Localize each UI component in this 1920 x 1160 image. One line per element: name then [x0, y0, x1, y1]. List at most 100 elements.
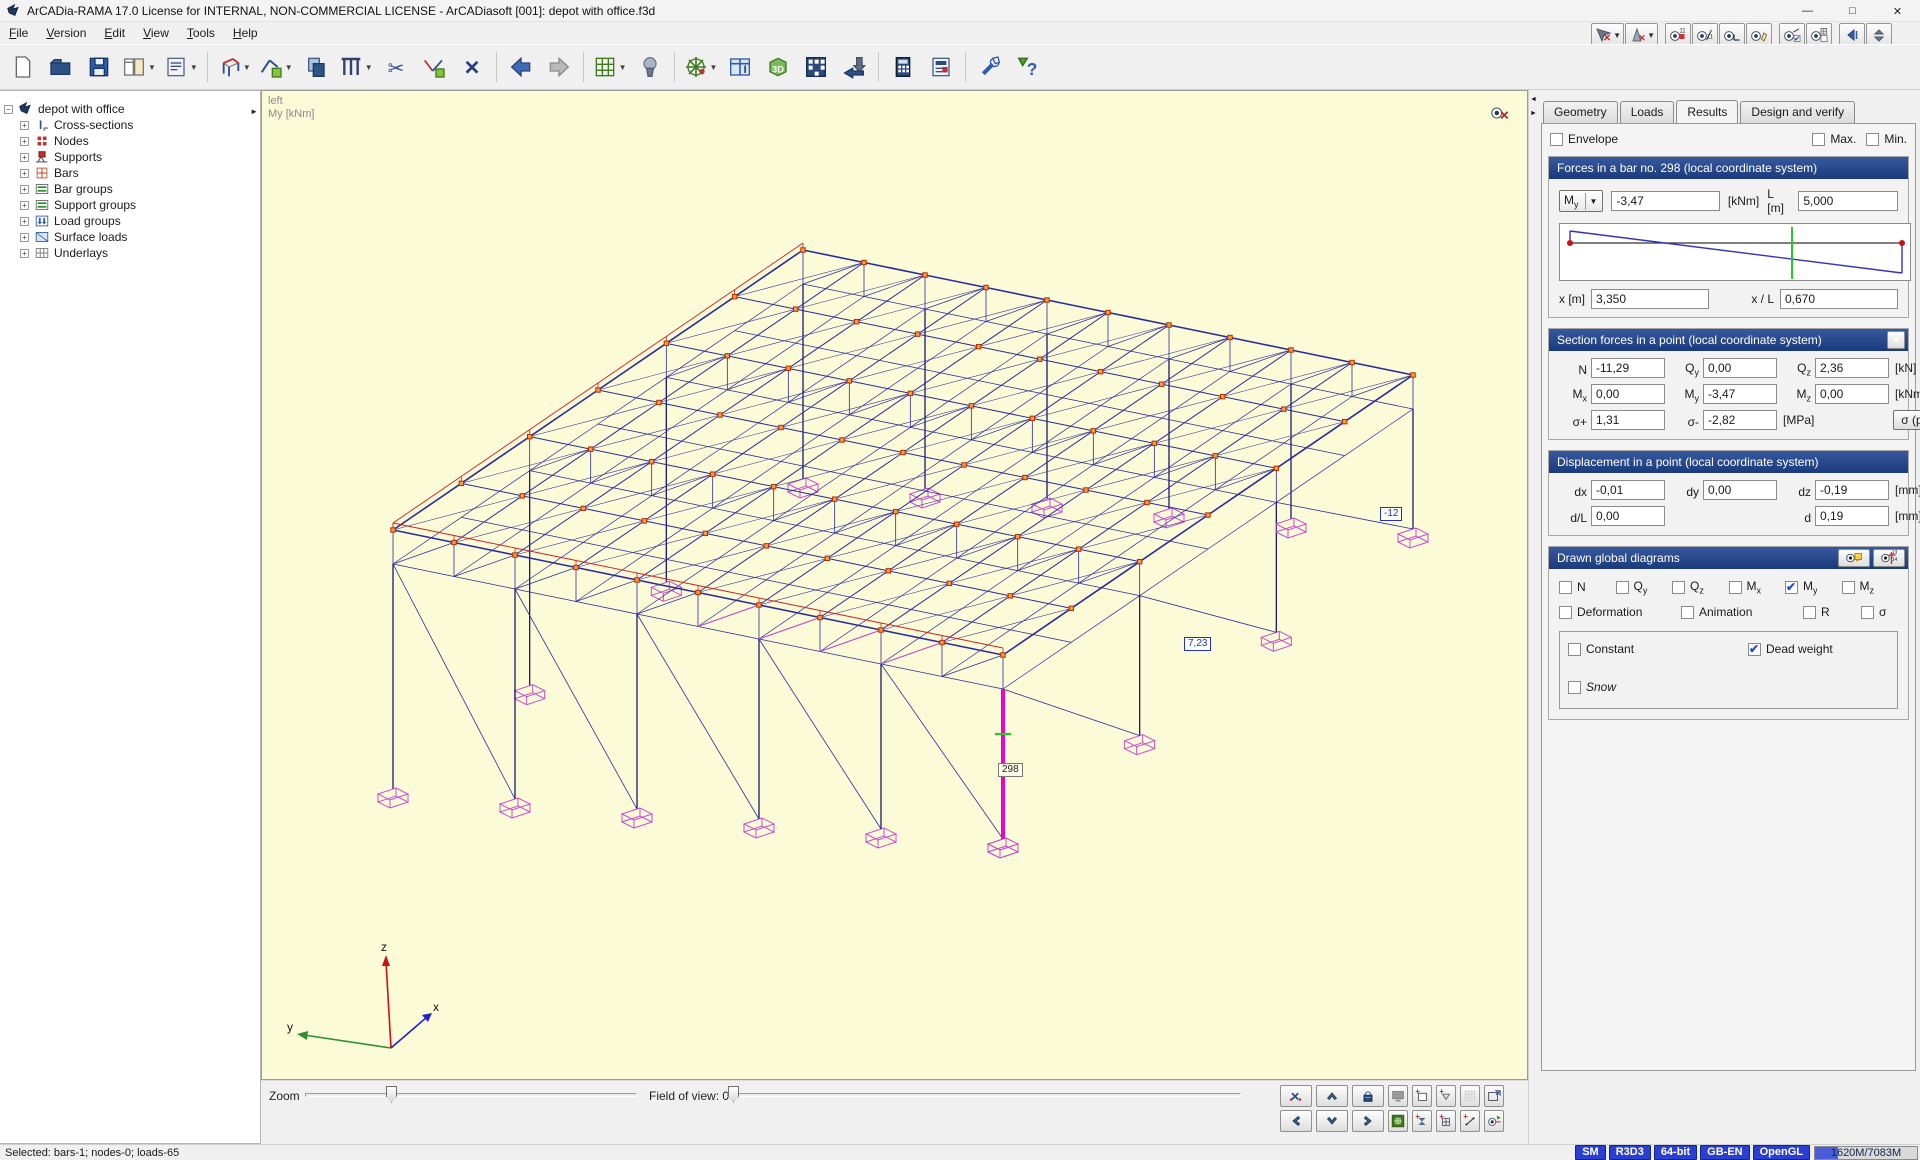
- diagram-deformation-checkbox[interactable]: Deformation: [1559, 605, 1671, 619]
- panel-splitter[interactable]: ◄ ►: [1528, 90, 1537, 1144]
- show-extremes-button[interactable]: 1314: [1873, 549, 1905, 567]
- orbit-button[interactable]: [1484, 1110, 1504, 1132]
- diagram-σ-checkbox[interactable]: σ: [1861, 605, 1888, 619]
- cut-button[interactable]: ✂: [377, 48, 415, 86]
- x-field[interactable]: 3,350: [1591, 289, 1709, 309]
- expand-icon[interactable]: +: [20, 233, 29, 242]
- zoom-slider[interactable]: [305, 1093, 637, 1097]
- expand-icon[interactable]: +: [20, 249, 29, 258]
- view-windows-button[interactable]: ▼: [118, 48, 160, 86]
- expand-icon[interactable]: +: [20, 153, 29, 162]
- menu-file[interactable]: File: [0, 23, 37, 43]
- diagram-My-checkbox-box[interactable]: [1785, 581, 1798, 594]
- section-forces-menu-button[interactable]: ▼: [1887, 331, 1905, 349]
- add-rect-button[interactable]: +: [1412, 1085, 1432, 1107]
- pan-left-button[interactable]: [1280, 1110, 1312, 1132]
- max-checkbox[interactable]: Max.: [1812, 132, 1856, 146]
- pan-up-button[interactable]: [1316, 1085, 1348, 1107]
- tree-item-label[interactable]: Nodes: [54, 134, 89, 148]
- field-dy[interactable]: 0,00: [1703, 480, 1777, 500]
- tab-results[interactable]: Results: [1676, 100, 1738, 123]
- redo-button[interactable]: [540, 48, 578, 86]
- bar-length-field[interactable]: 5,000: [1798, 191, 1898, 211]
- view-3d-button[interactable]: 3D: [759, 48, 797, 86]
- splitter-right-arrow[interactable]: ►: [1530, 110, 1537, 117]
- help-update-button[interactable]: ?: [1009, 48, 1047, 86]
- close-button[interactable]: ✕: [1875, 0, 1920, 22]
- diagram-animation-checkbox[interactable]: Animation: [1681, 605, 1793, 619]
- sidebar-item-surface-loads[interactable]: + Surface loads: [4, 229, 260, 245]
- calculation-report-button[interactable]: [922, 48, 960, 86]
- tree-item-label[interactable]: Bar groups: [54, 182, 113, 196]
- tree-item-label[interactable]: Surface loads: [54, 230, 127, 244]
- save-button[interactable]: [80, 48, 118, 86]
- tools-button[interactable]: [971, 48, 1009, 86]
- expand-icon[interactable]: +: [20, 169, 29, 178]
- tree-item-label[interactable]: Support groups: [54, 198, 136, 212]
- field-Qz[interactable]: 2,36: [1815, 358, 1889, 378]
- sidebar-item-underlays[interactable]: + Underlays: [4, 245, 260, 261]
- field-N[interactable]: -11,29: [1591, 358, 1665, 378]
- tab-geometry[interactable]: Geometry: [1543, 101, 1618, 124]
- add-line-button[interactable]: +: [1460, 1110, 1480, 1132]
- diagram-Mx-checkbox-box[interactable]: [1729, 581, 1742, 594]
- diagram-animation-checkbox-box[interactable]: [1681, 606, 1694, 619]
- undo-button[interactable]: [502, 48, 540, 86]
- sidebar-item-cross-sections[interactable]: +ICross-sections: [4, 117, 260, 133]
- chevron-down-icon[interactable]: ▼: [1613, 31, 1621, 40]
- envelope-checkbox-box[interactable]: [1550, 133, 1563, 146]
- tree-item-label[interactable]: Supports: [54, 150, 102, 164]
- force-value-field[interactable]: -3,47: [1611, 191, 1719, 211]
- menu-view[interactable]: View: [134, 23, 178, 43]
- zoom-slider-thumb[interactable]: [386, 1086, 397, 1103]
- sidebar-item-support-groups[interactable]: +Support groups: [4, 197, 260, 213]
- diagram-σ-checkbox-box[interactable]: [1861, 606, 1874, 619]
- field-Mx[interactable]: 0,00: [1591, 384, 1665, 404]
- grid-off-button[interactable]: [1460, 1085, 1480, 1107]
- field-d/L[interactable]: 0,00: [1591, 506, 1665, 526]
- structure-model[interactable]: zxy: [262, 91, 1527, 1079]
- tables-button[interactable]: I: [721, 48, 759, 86]
- field-Mz[interactable]: 0,00: [1815, 384, 1889, 404]
- diagram-Mz-checkbox[interactable]: Mz: [1842, 579, 1899, 595]
- sidebar-item-load-groups[interactable]: +Load groups: [4, 213, 260, 229]
- diagram-Mx-checkbox[interactable]: Mx: [1729, 579, 1786, 595]
- diagram-Qy-checkbox-box[interactable]: [1616, 581, 1629, 594]
- diagram-deformation-checkbox-box[interactable]: [1559, 606, 1572, 619]
- envelope-checkbox[interactable]: Envelope: [1550, 132, 1618, 146]
- collapse-icon[interactable]: −: [4, 105, 13, 114]
- diagram-My-checkbox[interactable]: My: [1785, 579, 1842, 595]
- tree-item-label[interactable]: Bars: [54, 166, 79, 180]
- menu-help[interactable]: Help: [224, 23, 267, 43]
- diagram-Qy-checkbox[interactable]: Qy: [1616, 579, 1673, 595]
- sidebar-item-bar-groups[interactable]: +Bar groups: [4, 181, 260, 197]
- min-checkbox[interactable]: Min.: [1866, 132, 1907, 146]
- diagram-Mz-checkbox-box[interactable]: [1842, 581, 1855, 594]
- menu-version[interactable]: Version: [37, 23, 95, 43]
- pan-right-button[interactable]: [1352, 1110, 1384, 1132]
- maximize-button[interactable]: □: [1830, 0, 1875, 22]
- add-tri-button[interactable]: +: [1436, 1085, 1456, 1107]
- diagram-N-checkbox-box[interactable]: [1559, 581, 1572, 594]
- chevron-down-icon[interactable]: ▼: [619, 63, 627, 72]
- sigma-p-button[interactable]: σ (p): [1893, 410, 1920, 430]
- open-file-button[interactable]: [42, 48, 80, 86]
- menu-tools[interactable]: Tools: [178, 23, 224, 43]
- chevron-down-icon[interactable]: ▼: [148, 63, 156, 72]
- force-component-select[interactable]: My ▼: [1559, 190, 1603, 212]
- loadcase-snow-checkbox[interactable]: Snow: [1568, 680, 1738, 694]
- fov-slider[interactable]: [727, 1093, 1241, 1097]
- menu-edit[interactable]: Edit: [95, 23, 134, 43]
- min-checkbox-box[interactable]: [1866, 133, 1879, 146]
- minimize-button[interactable]: —: [1785, 0, 1830, 22]
- field-dz[interactable]: -0,19: [1815, 480, 1889, 500]
- field-σ+[interactable]: 1,31: [1591, 410, 1665, 430]
- chevron-down-icon[interactable]: ▼: [190, 63, 198, 72]
- diagram-r-checkbox[interactable]: R: [1803, 605, 1851, 619]
- tree-item-label[interactable]: Cross-sections: [54, 118, 133, 132]
- diagram-r-checkbox-box[interactable]: [1803, 606, 1816, 619]
- max-checkbox-box[interactable]: [1812, 133, 1825, 146]
- tree-item-label[interactable]: Underlays: [54, 246, 108, 260]
- sidebar-item-nodes[interactable]: +Nodes: [4, 133, 260, 149]
- splitter-left-arrow[interactable]: ◄: [1530, 96, 1537, 103]
